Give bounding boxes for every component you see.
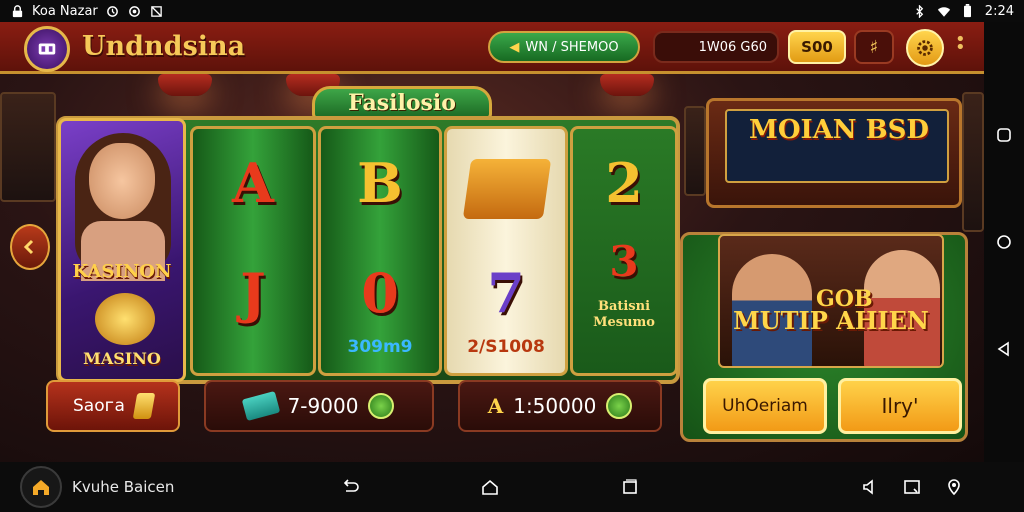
circle-icon[interactable] (995, 233, 1013, 251)
featured-slot-cabinet[interactable]: MOIAN BSD (706, 98, 962, 208)
details-button[interactable]: UhOeriam (703, 378, 827, 434)
square-icon[interactable] (995, 126, 1013, 144)
reel-3: 7 2/S1008 (444, 126, 568, 376)
tools-button[interactable]: ♯ (854, 30, 894, 64)
reel-symbol: B (357, 151, 403, 215)
reel-2: B 0 309m9 (318, 126, 442, 376)
lock-icon (10, 4, 24, 18)
settings-button[interactable] (906, 29, 944, 67)
app-title: Undndsina (82, 31, 246, 62)
reel-4: 2 3 Batisni Mesumo (570, 126, 678, 376)
battery-icon (961, 4, 975, 18)
home-button[interactable] (20, 466, 62, 508)
app-logo[interactable] (24, 26, 70, 72)
reel-symbol: 2 (605, 151, 643, 215)
reel-symbol: 0 (361, 261, 399, 325)
reel-1: A J (190, 126, 316, 376)
recents-icon[interactable] (620, 477, 640, 497)
coin-icon (368, 393, 395, 419)
save-button[interactable]: Saoᴦa (46, 380, 180, 432)
gold-bar-icon (132, 393, 156, 419)
promo-pill-label: WN / SHEMOO (525, 39, 619, 55)
character-subtitle: MASINO (83, 349, 161, 368)
reel-symbol: 7 (487, 261, 525, 325)
more-menu-icon[interactable]: • • (955, 31, 966, 57)
chips-balance[interactable]: 7-9000 (204, 380, 434, 432)
reel-value: 309m9 (347, 337, 413, 357)
sync-icon (106, 4, 120, 18)
screen: Koa Nazar 2:24 Undndsina ◀ WN / SHEMOO 1… (0, 0, 1024, 512)
promo-pill[interactable]: ◀ WN / SHEMOO (488, 31, 640, 63)
shop-button-label: S00 (801, 38, 833, 56)
ceiling-lamp (158, 74, 212, 96)
record-icon (128, 4, 142, 18)
chips-amount: 7-9000 (287, 394, 359, 418)
bottom-nav-bar: Kvuhe Baicen (0, 462, 1024, 512)
featured-game-title: MUTIP AHIEN (733, 306, 929, 335)
save-button-label: Saoᴦa (73, 396, 125, 416)
bottom-nav-label: Kvuhe Baicen (72, 478, 175, 496)
coin-icon (606, 393, 633, 419)
back-icon[interactable] (340, 477, 360, 497)
play-button[interactable]: Ilry' (838, 378, 962, 434)
cash-icon (241, 390, 280, 422)
money-bag-icon (95, 293, 155, 345)
balance-pill[interactable]: 1W06 G60 (653, 31, 779, 63)
ceiling-lamp (600, 74, 654, 96)
balance-value: 1W06 G60 (698, 39, 767, 55)
previous-button[interactable] (10, 224, 50, 270)
reel-symbol: A (232, 151, 274, 215)
home-outline-icon[interactable] (480, 477, 500, 497)
arrow-left-icon: ◀ (509, 39, 520, 55)
side-label: Batisni Mesumo (593, 299, 655, 330)
location-icon[interactable] (944, 477, 964, 497)
featured-slot-title: MOIAN BSD (749, 115, 929, 145)
header-bar: Undndsina ◀ WN / SHEMOO 1W06 G60 S00 ♯ •… (0, 22, 984, 74)
background-slot-machine (962, 92, 984, 232)
coins-balance[interactable]: A 1:50000 (458, 380, 662, 432)
wifi-icon (937, 4, 951, 18)
featured-game-card[interactable]: GOB MUTIP AHIEN (718, 234, 944, 368)
bluetooth-icon (913, 4, 927, 18)
reel-symbol: J (240, 261, 266, 325)
character-face (89, 143, 155, 219)
reel-value: 2/S1008 (467, 337, 545, 357)
play-button-label: Ilry' (881, 394, 919, 418)
chevron-left-icon (23, 239, 34, 255)
system-nav-rail (984, 22, 1024, 462)
machine-title: Fasilosio (312, 86, 492, 120)
character-card[interactable]: KASINON MASINO (58, 118, 186, 382)
shop-button[interactable]: S00 (788, 30, 846, 64)
featured-slot-screen: MOIAN BSD (725, 109, 949, 183)
home-icon (33, 480, 49, 495)
wild-banner-icon (462, 159, 552, 219)
no-signal-icon (150, 4, 164, 18)
details-button-label: UhOeriam (722, 396, 808, 416)
hash-icon: ♯ (869, 36, 879, 58)
screenshot-icon[interactable] (902, 477, 922, 497)
background-slot-machine (0, 92, 56, 202)
background-slot-machine (684, 106, 706, 196)
status-time: 2:24 (984, 3, 1014, 19)
status-app-name: Koa Nazar (32, 3, 98, 19)
back-triangle-icon[interactable] (995, 340, 1013, 358)
reel-symbol: 3 (609, 237, 639, 286)
volume-icon[interactable] (860, 477, 880, 497)
gear-icon (917, 40, 933, 56)
status-bar: Koa Nazar 2:24 (0, 0, 1024, 22)
coins-amount: 1:50000 (513, 394, 597, 418)
coins-prefix: A (487, 394, 504, 418)
casino-app: Undndsina ◀ WN / SHEMOO 1W06 G60 S00 ♯ •… (0, 22, 984, 462)
character-title: KASINON (72, 261, 172, 282)
